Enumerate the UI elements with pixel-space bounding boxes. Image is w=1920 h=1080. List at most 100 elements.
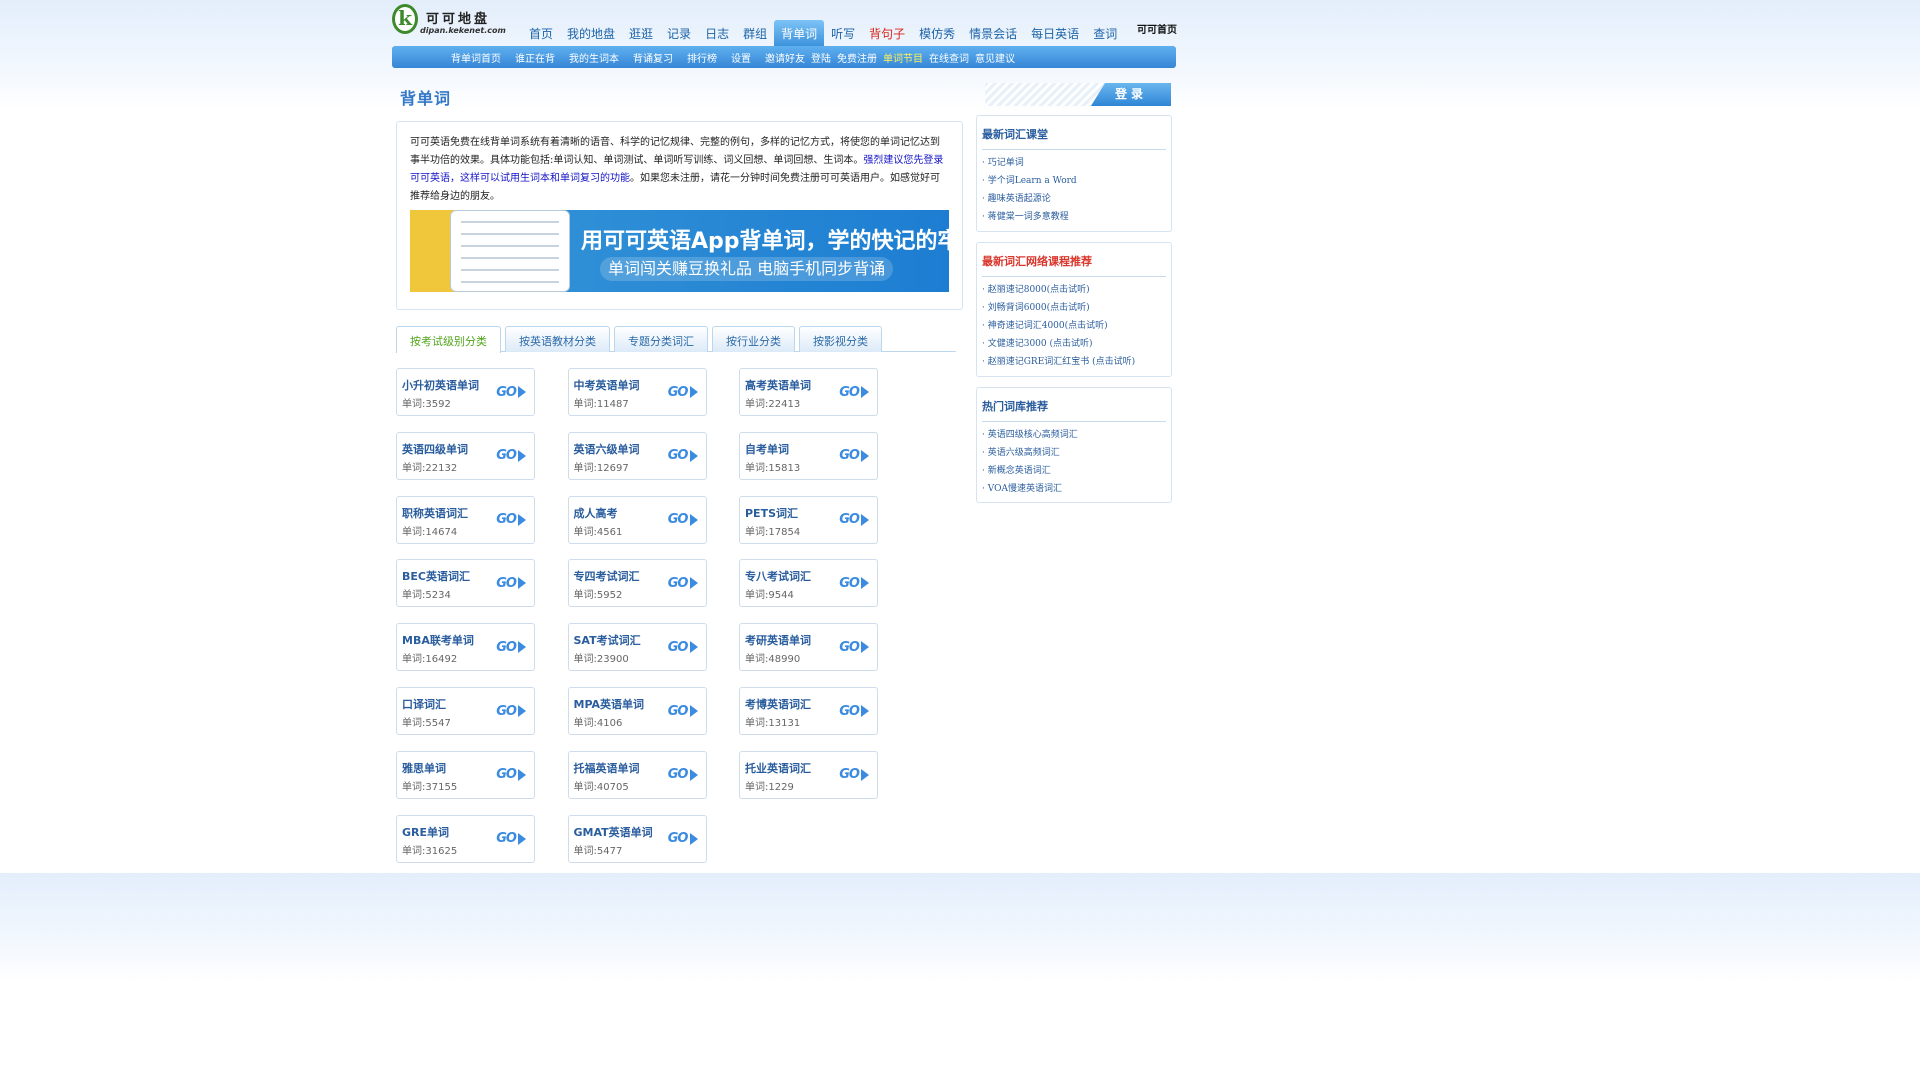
go-button[interactable]: GO bbox=[668, 704, 698, 719]
wordlist-name[interactable]: 高考英语单词 bbox=[745, 377, 811, 393]
go-button[interactable]: GO bbox=[496, 831, 526, 846]
topnav-item[interactable]: 背单词 bbox=[774, 20, 825, 46]
wordlist-name[interactable]: 中考英语单词 bbox=[574, 377, 640, 393]
category-tab[interactable]: 按影视分类 bbox=[799, 326, 882, 352]
topnav-item[interactable]: 逛逛 bbox=[622, 20, 660, 46]
category-tab[interactable]: 按行业分类 bbox=[712, 326, 795, 352]
wordlist-name[interactable]: 考博英语词汇 bbox=[745, 696, 811, 712]
subnav-item[interactable]: 背诵复习 bbox=[633, 50, 673, 65]
side-link[interactable]: · VOA慢速英语词汇 bbox=[982, 480, 1166, 498]
wordlist-card[interactable]: 中考英语单词 单词:11487 GO bbox=[567, 368, 707, 416]
wordlist-card[interactable]: 职称英语词汇 单词:14674 GO bbox=[396, 495, 535, 544]
wordlist-name[interactable]: PETS词汇 bbox=[745, 505, 798, 521]
topnav-item[interactable]: 首页 bbox=[522, 20, 560, 46]
app-promo-banner[interactable]: 用可可英语App背单词，学的快记的牢！ 单词闯关赚豆换礼品 电脑手机同步背诵 bbox=[410, 210, 949, 292]
site-logo[interactable]: k 可可地盘 dipan.kekenet.com bbox=[392, 4, 506, 38]
subnav-item[interactable]: 我的生词本 bbox=[569, 50, 619, 65]
category-tab[interactable]: 按英语教材分类 bbox=[505, 326, 610, 352]
side-link[interactable]: · 趣味英语起源论 bbox=[982, 190, 1166, 208]
wordlist-card[interactable]: 雅思单词 单词:37155 GO bbox=[396, 750, 535, 799]
side-link[interactable]: · 新概念英语词汇 bbox=[982, 462, 1166, 480]
subnav-item[interactable]: 设置 bbox=[731, 50, 751, 65]
wordlist-card[interactable]: 考博英语词汇 单词:13131 GO bbox=[739, 687, 878, 735]
subnav-item[interactable]: 邀请好友 bbox=[765, 50, 805, 65]
go-button[interactable]: GO bbox=[839, 576, 869, 591]
go-button[interactable]: GO bbox=[496, 640, 526, 655]
wordlist-name[interactable]: 职称英语词汇 bbox=[402, 505, 468, 521]
topnav-item[interactable]: 记录 bbox=[660, 20, 698, 46]
wordlist-card[interactable]: BEC英语词汇 单词:5234 GO bbox=[396, 559, 535, 608]
side-link[interactable]: · 巧记单词 bbox=[982, 154, 1166, 172]
go-button[interactable]: GO bbox=[668, 385, 698, 400]
wordlist-card[interactable]: 口译词汇 单词:5547 GO bbox=[396, 687, 535, 735]
side-link[interactable]: · 学个词Learn a Word bbox=[982, 172, 1166, 190]
topnav-item[interactable]: 群组 bbox=[736, 20, 774, 46]
wordlist-name[interactable]: 成人高考 bbox=[574, 505, 618, 521]
wordlist-name[interactable]: MBA联考单词 bbox=[402, 632, 474, 648]
wordlist-card[interactable]: 英语六级单词 单词:12697 GO bbox=[567, 431, 707, 480]
kekenet-home-link[interactable]: 可可首页 bbox=[1137, 21, 1177, 36]
go-button[interactable]: GO bbox=[668, 640, 698, 655]
wordlist-name[interactable]: GRE单词 bbox=[402, 824, 449, 840]
go-button[interactable]: GO bbox=[839, 640, 869, 655]
subnav-item[interactable]: 免费注册 bbox=[837, 50, 877, 65]
topnav-item[interactable]: 听写 bbox=[824, 20, 862, 46]
wordlist-name[interactable]: 小升初英语单词 bbox=[402, 377, 479, 393]
wordlist-card[interactable]: 专四考试词汇 单词:5952 GO bbox=[567, 559, 707, 608]
go-button[interactable]: GO bbox=[496, 576, 526, 591]
wordlist-name[interactable]: 雅思单词 bbox=[402, 760, 446, 776]
wordlist-name[interactable]: GMAT英语单词 bbox=[574, 824, 653, 840]
go-button[interactable]: GO bbox=[668, 831, 698, 846]
side-link[interactable]: · 英语六级高频词汇 bbox=[982, 444, 1166, 462]
wordlist-card[interactable]: GRE单词 单词:31625 GO bbox=[396, 814, 535, 863]
subnav-item[interactable]: 单词节目 bbox=[883, 50, 923, 65]
topnav-item[interactable]: 我的地盘 bbox=[560, 20, 622, 46]
topnav-item[interactable]: 日志 bbox=[698, 20, 736, 46]
wordlist-card[interactable]: 小升初英语单词 单词:3592 GO bbox=[396, 368, 535, 416]
side-link[interactable]: · 神奇速记词汇4000(点击试听) bbox=[982, 317, 1166, 335]
go-button[interactable]: GO bbox=[839, 512, 869, 527]
wordlist-name[interactable]: SAT考试词汇 bbox=[574, 632, 641, 648]
go-button[interactable]: GO bbox=[668, 576, 698, 591]
topnav-item[interactable]: 模仿秀 bbox=[912, 20, 962, 46]
wordlist-name[interactable]: 专八考试词汇 bbox=[745, 568, 811, 584]
topnav-item[interactable]: 情景会话 bbox=[962, 20, 1024, 46]
go-button[interactable]: GO bbox=[496, 512, 526, 527]
side-link[interactable]: · 赵丽速记8000(点击试听) bbox=[982, 281, 1166, 299]
wordlist-card[interactable]: PETS词汇 单词:17854 GO bbox=[739, 495, 878, 544]
wordlist-card[interactable]: SAT考试词汇 单词:23900 GO bbox=[567, 623, 707, 672]
wordlist-name[interactable]: 托福英语单词 bbox=[574, 760, 640, 776]
category-tab[interactable]: 按考试级别分类 bbox=[396, 326, 501, 353]
go-button[interactable]: GO bbox=[496, 767, 526, 782]
go-button[interactable]: GO bbox=[839, 385, 869, 400]
wordlist-card[interactable]: 托福英语单词 单词:40705 GO bbox=[567, 750, 707, 799]
category-tab[interactable]: 专题分类词汇 bbox=[614, 326, 708, 352]
go-button[interactable]: GO bbox=[839, 704, 869, 719]
go-button[interactable]: GO bbox=[668, 767, 698, 782]
wordlist-card[interactable]: 托业英语词汇 单词:1229 GO bbox=[739, 750, 878, 799]
wordlist-card[interactable]: 成人高考 单词:4561 GO bbox=[567, 495, 707, 544]
wordlist-card[interactable]: 专八考试词汇 单词:9544 GO bbox=[739, 559, 878, 608]
wordlist-card[interactable]: MPA英语单词 单词:4106 GO bbox=[567, 687, 707, 735]
topnav-item[interactable]: 背句子 bbox=[862, 20, 912, 46]
subnav-item[interactable]: 在线查词 bbox=[929, 50, 969, 65]
wordlist-card[interactable]: 英语四级单词 单词:22132 GO bbox=[396, 431, 535, 480]
wordlist-name[interactable]: 考研英语单词 bbox=[745, 632, 811, 648]
wordlist-card[interactable]: MBA联考单词 单词:16492 GO bbox=[396, 623, 535, 672]
wordlist-name[interactable]: 口译词汇 bbox=[402, 696, 446, 712]
side-link[interactable]: · 赵丽速记GRE词汇红宝书 (点击试听) bbox=[982, 353, 1166, 371]
go-button[interactable]: GO bbox=[668, 448, 698, 463]
wordlist-name[interactable]: 专四考试词汇 bbox=[574, 568, 640, 584]
subnav-item[interactable]: 登陆 bbox=[811, 50, 831, 65]
wordlist-name[interactable]: 英语六级单词 bbox=[574, 441, 640, 457]
go-button[interactable]: GO bbox=[496, 704, 526, 719]
side-link[interactable]: · 刘畅背词6000(点击试听) bbox=[982, 299, 1166, 317]
go-button[interactable]: GO bbox=[668, 512, 698, 527]
wordlist-card[interactable]: GMAT英语单词 单词:5477 GO bbox=[567, 814, 707, 863]
side-link[interactable]: · 文健速记3000 (点击试听) bbox=[982, 335, 1166, 353]
side-link[interactable]: · 蒋健棠一词多意教程 bbox=[982, 208, 1166, 226]
subnav-item[interactable]: 排行榜 bbox=[687, 50, 717, 65]
wordlist-name[interactable]: 英语四级单词 bbox=[402, 441, 468, 457]
wordlist-card[interactable]: 高考英语单词 单词:22413 GO bbox=[739, 368, 878, 416]
topnav-item[interactable]: 每日英语 bbox=[1024, 20, 1086, 46]
